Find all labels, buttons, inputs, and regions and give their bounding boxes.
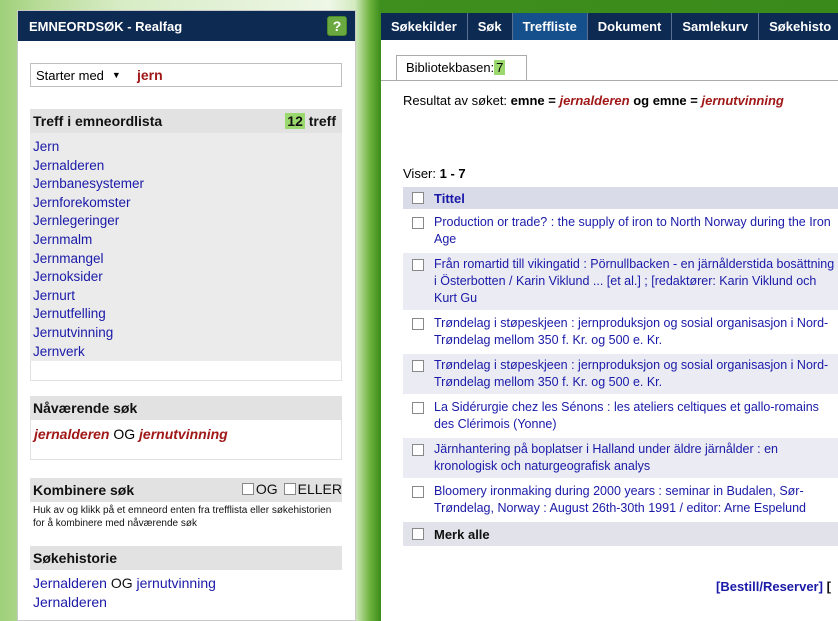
hits-header: Treff i emneordlista 12 treff xyxy=(30,109,342,133)
title-column-header[interactable]: Tittel xyxy=(434,190,465,207)
result-checkbox[interactable] xyxy=(412,259,424,271)
result-checkbox[interactable] xyxy=(412,360,424,372)
hits-count: 12 treff xyxy=(285,113,336,129)
result-title-link[interactable]: Bloomery ironmaking during 2000 years : … xyxy=(434,483,838,517)
result-checkbox[interactable] xyxy=(412,444,424,456)
results-footer-row: Merk alle xyxy=(403,522,838,548)
term-list: Jern Jernalderen Jernbanesystemer Jernforek… xyxy=(30,133,342,361)
history-list: Jernalderen OG jernutvinning Jernalderen xyxy=(30,570,342,613)
term-link[interactable]: Jernbanesystemer xyxy=(33,175,342,194)
order-reserve-link[interactable]: [Bestill/Reserver] [ xyxy=(716,579,831,594)
results-panel: Søkekilder Søk Treffliste Dokument Samlekurv… xyxy=(381,13,838,621)
history-item[interactable]: Jernalderen xyxy=(33,593,339,612)
subject-search-panel: EMNEORDSØK - Realfag ? Starter med ▼ jer… xyxy=(17,10,356,621)
tab-samlekurv[interactable]: Samlekurv xyxy=(672,13,760,40)
result-title-link[interactable]: Trøndelag i støpeskjeen : jernproduksjon… xyxy=(434,357,838,391)
search-box: Starter med ▼ jern xyxy=(30,63,342,87)
result-checkbox[interactable] xyxy=(412,318,424,330)
search-input[interactable]: jern xyxy=(137,67,163,83)
term-link[interactable]: Jernalderen xyxy=(33,157,342,176)
divider xyxy=(396,80,838,81)
result-summary: Resultat av søket: emne = jernalderen og… xyxy=(403,93,784,108)
result-checkbox[interactable] xyxy=(412,486,424,498)
result-row: Järnhantering på boplatser i Halland und… xyxy=(403,438,838,480)
results-header-row: Tittel xyxy=(403,187,838,211)
hits-title: Treff i emneordlista xyxy=(33,113,163,129)
result-row: La Sidérurgie chez les Sénons : les atel… xyxy=(403,396,838,438)
hits-section: Treff i emneordlista 12 treff Jern Jernal… xyxy=(30,109,342,362)
main-tabs: Søkekilder Søk Treffliste Dokument Samlekurv… xyxy=(381,13,838,40)
result-row: Trøndelag i støpeskjeen : jernproduksjon… xyxy=(403,312,838,354)
combine-title: Kombinere søk xyxy=(33,482,135,499)
result-row: Bloomery ironmaking during 2000 years : … xyxy=(403,480,838,522)
tab-søk[interactable]: Søk xyxy=(468,13,513,40)
result-row: Production or trade? : the supply of iro… xyxy=(403,211,838,253)
tab-søkehisto[interactable]: Søkehisto xyxy=(759,13,838,40)
result-title-link[interactable]: Järnhantering på boplatser i Halland und… xyxy=(434,441,838,475)
list-spacer xyxy=(30,361,342,382)
combine-help-text: Huk av og klikk på et emneord enten fra … xyxy=(30,502,342,535)
mark-all-label: Merk alle xyxy=(434,526,490,542)
term-link[interactable]: Jernutvinning xyxy=(33,324,342,343)
select-all-checkbox[interactable] xyxy=(412,192,424,204)
term-link[interactable]: Jernforekomster xyxy=(33,194,342,213)
current-search-query: jernalderen OG jernutvinning xyxy=(30,420,342,461)
search-mode-select[interactable]: Starter med ▼ xyxy=(31,68,137,83)
divider xyxy=(381,80,396,81)
chevron-down-icon: ▼ xyxy=(111,70,121,80)
showing-range: Viser: 1 - 7 xyxy=(403,166,466,181)
current-term-2[interactable]: jernutvinning xyxy=(139,426,228,442)
term-link[interactable]: Jernutfelling xyxy=(33,305,342,324)
current-term-1[interactable]: jernalderen xyxy=(34,426,109,442)
search-mode-label: Starter med xyxy=(36,67,104,83)
term-link[interactable]: Jernverk xyxy=(33,343,342,362)
result-title-link[interactable]: La Sidérurgie chez les Sénons : les atel… xyxy=(434,399,838,433)
history-item[interactable]: Jernalderen OG jernutvinning xyxy=(33,574,339,593)
combine-options: OG ELLER xyxy=(236,481,342,497)
current-op: OG xyxy=(113,426,136,443)
combine-header: Kombinere søk OG ELLER xyxy=(30,478,342,503)
tab-dokument[interactable]: Dokument xyxy=(588,13,673,40)
result-title-link[interactable]: Trøndelag i støpeskjeen : jernproduksjon… xyxy=(434,315,838,349)
og-checkbox[interactable] xyxy=(241,483,254,496)
history-section: Søkehistorie Jernalderen OG jernutvinnin… xyxy=(30,546,342,613)
term-link[interactable]: Jernlegeringer xyxy=(33,212,342,231)
term-link[interactable]: Jernoksider xyxy=(33,268,342,287)
panel-header: EMNEORDSØK - Realfag ? xyxy=(18,11,355,41)
tab-søkekilder[interactable]: Søkekilder xyxy=(381,13,468,40)
panel-title: EMNEORDSØK - Realfag xyxy=(29,18,183,34)
tab-treffliste[interactable]: Treffliste xyxy=(512,13,588,40)
term-link[interactable]: Jernmangel xyxy=(33,250,342,269)
mark-all-checkbox[interactable] xyxy=(412,528,424,540)
results-table: Tittel Production or trade? : the supply… xyxy=(403,187,838,548)
result-title-link[interactable]: Production or trade? : the supply of iro… xyxy=(434,214,838,248)
term-link[interactable]: Jernurt xyxy=(33,287,342,306)
history-title: Søkehistorie xyxy=(30,546,342,571)
eller-label: ELLER xyxy=(297,481,342,498)
eller-checkbox[interactable] xyxy=(283,483,296,496)
result-checkbox[interactable] xyxy=(412,217,424,229)
result-row: Från romartid till vikingatid : Pörnullb… xyxy=(403,253,838,312)
og-label: OG xyxy=(255,481,278,498)
combine-section: Kombinere søk OG ELLER Huk av og klikk p… xyxy=(30,478,342,535)
result-row: Trøndelag i støpeskjeen : jernproduksjon… xyxy=(403,354,838,396)
current-search-title: Nåværende søk xyxy=(30,396,342,421)
current-search-section: Nåværende søk jernalderen OG jernutvinni… xyxy=(30,396,342,461)
tab-bibliotekbasen[interactable]: Bibliotekbasen: 7 xyxy=(396,55,527,81)
result-title-link[interactable]: Från romartid till vikingatid : Pörnullb… xyxy=(434,256,838,307)
biblio-count: 7 xyxy=(494,60,506,75)
help-button[interactable]: ? xyxy=(327,16,347,36)
term-link[interactable]: Jern xyxy=(33,138,342,157)
result-checkbox[interactable] xyxy=(412,402,424,414)
term-link[interactable]: Jernmalm xyxy=(33,231,342,250)
